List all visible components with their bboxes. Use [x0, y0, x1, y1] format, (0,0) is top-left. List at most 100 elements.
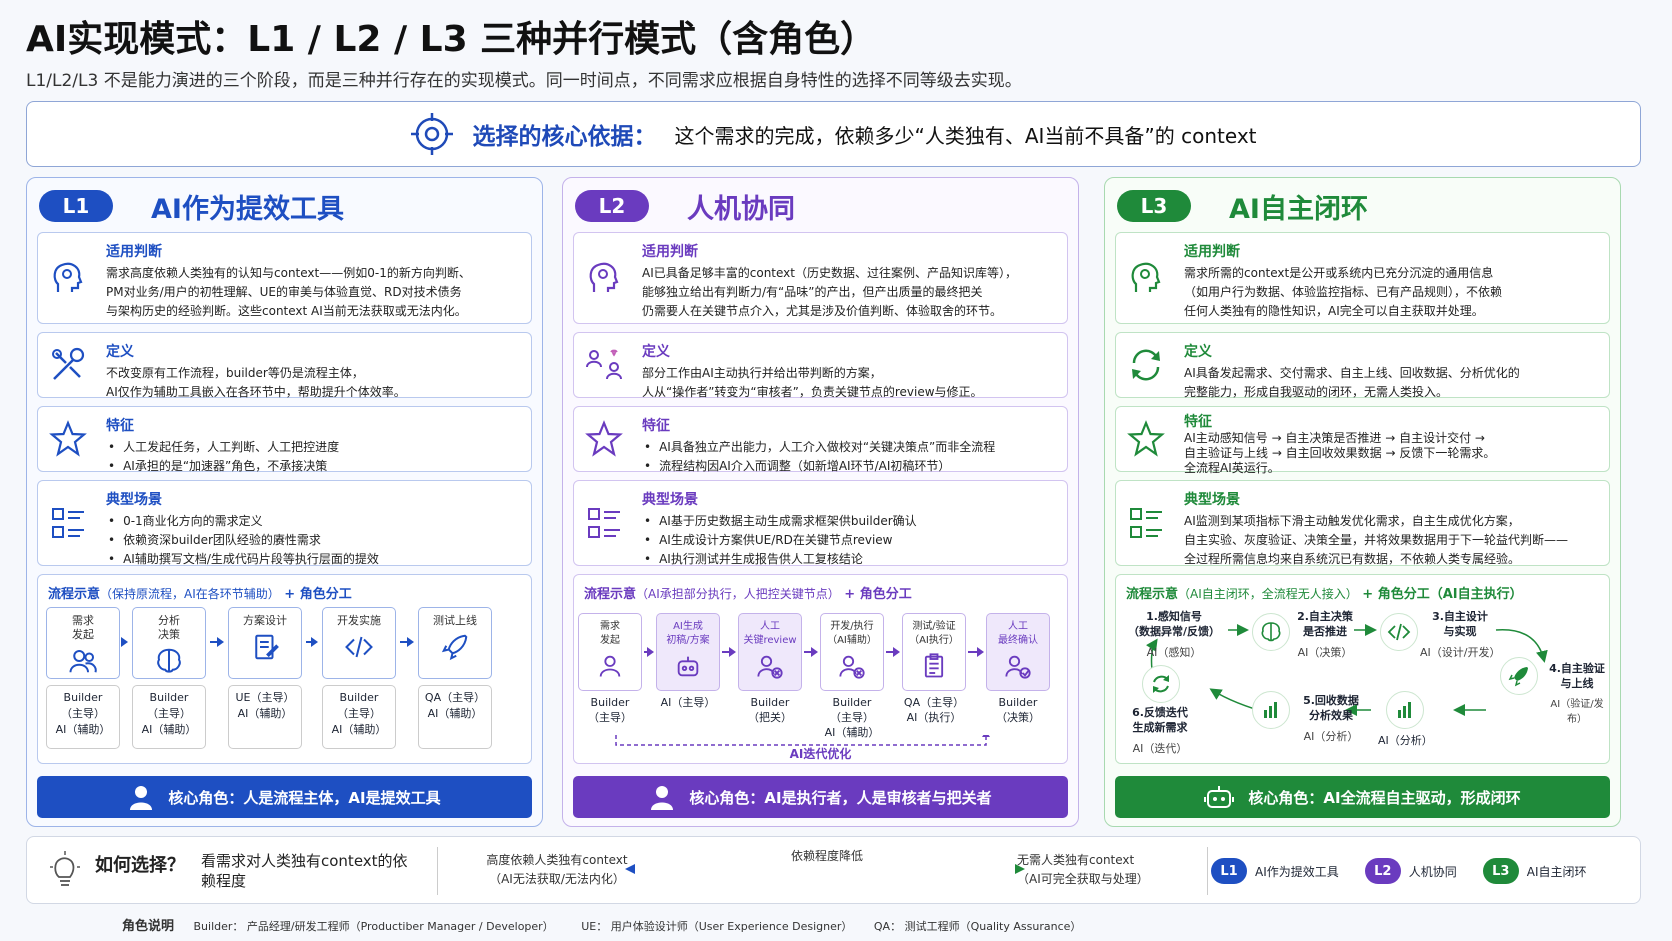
l3-feat-card: 特征 AI主动感知信号 → 自主决策是否推进 → 自主设计交付 → 自主验证与上… — [1115, 406, 1610, 475]
review-icon — [839, 655, 865, 679]
l2-feat-heading: 特征 — [642, 418, 670, 434]
l3-feat-heading: 特征 — [1184, 414, 1212, 430]
rocket-icon — [1500, 657, 1538, 695]
l1-def-heading: 定义 — [106, 344, 134, 360]
l1-step: 需求 发起 — [46, 607, 120, 679]
l3-node-3: 3.自主设计 与实现 AI（设计/开发） — [1420, 609, 1500, 660]
l1-flow-role: + 角色分工 — [284, 587, 352, 602]
l3-def-line: AI具备发起需求、交付需求、自主上线、回收数据、分析优化的 — [1184, 366, 1520, 380]
l2-step: 需求 发起 — [578, 613, 642, 691]
l1-judge-line: 与架构历史的经验判断。这些context AI当前无法获取或无法内化。 — [106, 304, 467, 318]
robot-icon — [677, 656, 699, 677]
l3-scene-line: 自主实验、灰度验证、决策全量，并将效果数据用于下一轮益代判断—— — [1184, 533, 1569, 547]
l1-step: 开发实施 — [322, 607, 396, 679]
star-icon — [1127, 420, 1165, 457]
person-icon — [651, 786, 674, 810]
l3-feat-line: AI主动感知信号 → 自主决策是否推进 → 自主设计交付 → — [1184, 431, 1485, 445]
l1-flow: 流程示意（保持原流程，AI在各环节辅助） + 角色分工 需求 发起 Builder… — [37, 574, 532, 764]
l3-node-role: AI（验证/发布） — [1550, 699, 1604, 725]
l3-judge-card: 适用判断 需求所需的context是公开或系统内已充分沉淀的通用信息 （如用户行… — [1115, 232, 1610, 324]
flow-arrow — [306, 637, 318, 647]
l1-core-text: 核心角色：人是流程主体，AI是提效工具 — [168, 788, 441, 807]
l2-core-role: 核心角色：AI是执行者，人是审核者与把关者 — [573, 776, 1068, 818]
l2-loop-label: AI迭代优化 — [789, 747, 852, 761]
star-icon — [585, 420, 623, 457]
users-icon — [69, 650, 97, 673]
l2-scene-item: AI执行测试并生成报告供人工复核结论 — [642, 550, 1061, 569]
l2-judge-line: 仍需要人在关键节点介入，尤其是涉及价值判断、体验取舍的环节。 — [642, 304, 1003, 318]
l1-step: 分析 决策 — [132, 607, 206, 679]
legend-badge-l2: L2 — [1364, 858, 1401, 884]
bar-chart-icon — [1252, 691, 1290, 729]
flow-arrow — [886, 647, 900, 657]
page-title: AI实现模式：L1 / L2 / L3 三种并行模式（含角色） — [26, 19, 877, 60]
clip-icon — [924, 653, 944, 678]
chart-icon — [1386, 691, 1424, 729]
brain-icon — [157, 648, 181, 673]
l1-feat-item: AI承担的是“加速器”角色，不承接决策 — [106, 457, 525, 476]
robot-icon — [1204, 786, 1235, 808]
role-legend-label: 角色说明 — [122, 919, 175, 934]
list-icon — [1130, 508, 1162, 538]
l1-scene-item: 0-1商业化方向的需求定义 — [106, 512, 525, 531]
l1-step-label: 分析 决策 — [158, 614, 180, 641]
l2-scene-item: AI生成设计方案供UE/RD在关键节点review — [642, 531, 1061, 550]
l2-step: 开发/执行 （AI辅助） — [820, 613, 884, 691]
l3-node-name: 2.自主决策 是否推进 — [1297, 610, 1353, 638]
basis-label: 选择的核心依据： — [472, 124, 657, 150]
l2-step-role: Builder （主导） AI（辅助） — [824, 696, 880, 739]
l3-node-name: 1.感知信号 （数据异常/反馈） — [1127, 610, 1221, 638]
l2-title: 人机协同 — [687, 193, 795, 225]
l3-column: L3 AI自主闭环 适用判断 需求所需的context是公开或系统内已充分沉淀的… — [1104, 177, 1621, 827]
l3-badge: L3 — [1117, 190, 1191, 222]
l1-def-line: 不改变原有工作流程，builder等仍是流程主体， — [106, 366, 364, 380]
l2-step-label: 测试/验证 （AI执行） — [909, 621, 959, 646]
l1-feat-card: 特征 人工发起任务，人工判断、人工把控进度AI承担的是“加速器”角色，不承接决策 — [37, 406, 532, 473]
legend-badge-l3: L3 — [1482, 858, 1519, 884]
l1-feat-heading: 特征 — [106, 418, 134, 434]
l2-judge-card: 适用判断 AI已具备足够丰富的context（历史数据、过往案例、产品知识库等）… — [573, 232, 1068, 324]
target-icon — [411, 113, 454, 155]
l3-flow: 流程示意（AI自主闭环，全流程无人接入） + 角色分工（AI自主执行） 1.感知… — [1115, 574, 1610, 764]
how-desc: 看需求对人类独有context的依 赖程度 — [201, 852, 408, 890]
l3-node-role: AI（感知） — [1146, 646, 1202, 659]
l3-judge-line: 需求所需的context是公开或系统内已充分沉淀的通用信息 — [1184, 266, 1494, 280]
l3-node-1: 1.感知信号 （数据异常/反馈） AI（感知） — [1124, 609, 1224, 660]
l2-scene-heading: 典型场景 — [642, 492, 698, 508]
l2-step: 人工 关键review — [738, 613, 802, 691]
l1-column: L1 AI作为提效工具 适用判断 需求高度依赖人类独有的认知与context——… — [26, 177, 543, 827]
l2-def-heading: 定义 — [642, 344, 670, 360]
l3-title: AI自主闭环 — [1229, 193, 1368, 225]
l2-step-role: Builder （决策） — [996, 696, 1040, 724]
tools-icon — [52, 347, 85, 380]
l1-feat-item: 人工发起任务，人工判断、人工把控进度 — [106, 438, 525, 457]
how-to-choose-bar: 如何选择？ 看需求对人类独有context的依 赖程度 高度依赖人类独有cont… — [26, 836, 1641, 904]
role-qa: QA： 测试工程师（Quality Assurance） — [873, 920, 1082, 933]
l3-node-name: 6.反馈迭代 生成新需求 — [1132, 706, 1188, 734]
person-icon — [130, 786, 153, 810]
l2-step-label: 需求 发起 — [600, 621, 620, 646]
level-legend: L1 AI作为提效工具 L2 人机协同 L3 AI自主闭环 — [1211, 858, 1587, 884]
l3-node-name: 5.回收数据 分析效果 — [1303, 694, 1359, 722]
l2-step-role: QA（主导） AI（执行） — [903, 696, 965, 724]
l3-judge-line: 任何人类独有的隐性知识，AI完全可以自主获取并处理。 — [1184, 304, 1484, 318]
l3-scene-line: AI监测到某项指标下滑主动触发优化需求，自主生成优化方案， — [1184, 514, 1520, 528]
rocket-icon — [441, 634, 468, 661]
l3-scene-line: 全过程所需信息均来自系统沉已有数据，不依赖人类专属经验。 — [1184, 552, 1521, 566]
l3-node-4: 4.自主验证 与上线 AI（验证/发布） — [1544, 661, 1610, 727]
l2-def-card: 定义 部分工作由AI主动执行并给出带判断的方案， 人从“操作者”转变为“审核者”… — [573, 332, 1068, 399]
l2-flow-sub: （AI承担部分执行，人把控关键节点） — [636, 587, 840, 601]
l1-def-line: AI仅作为辅助工具嵌入在各环节中，帮助提升个体效率。 — [106, 385, 406, 399]
l1-badge: L1 — [39, 190, 113, 222]
l3-scene-heading: 典型场景 — [1184, 492, 1240, 508]
l3-node-name: 3.自主设计 与实现 — [1432, 610, 1488, 638]
l1-scene-item: AI辅助撰写文档/生成代码片段等执行层面的提效 — [106, 550, 525, 569]
head-icon — [53, 262, 83, 292]
l1-flow-sub: （保持原流程，AI在各环节辅助） — [100, 587, 280, 601]
l3-judge-heading: 适用判断 — [1184, 244, 1240, 260]
l2-badge: L2 — [575, 190, 649, 222]
l3-node-role: AI（设计/开发） — [1420, 646, 1501, 659]
l1-scene-heading: 典型场景 — [106, 492, 162, 508]
l3-def-card: 定义 AI具备发起需求、交付需求、自主上线、回收数据、分析优化的 完整能力，形成… — [1115, 332, 1610, 399]
refresh-icon — [1142, 665, 1180, 703]
